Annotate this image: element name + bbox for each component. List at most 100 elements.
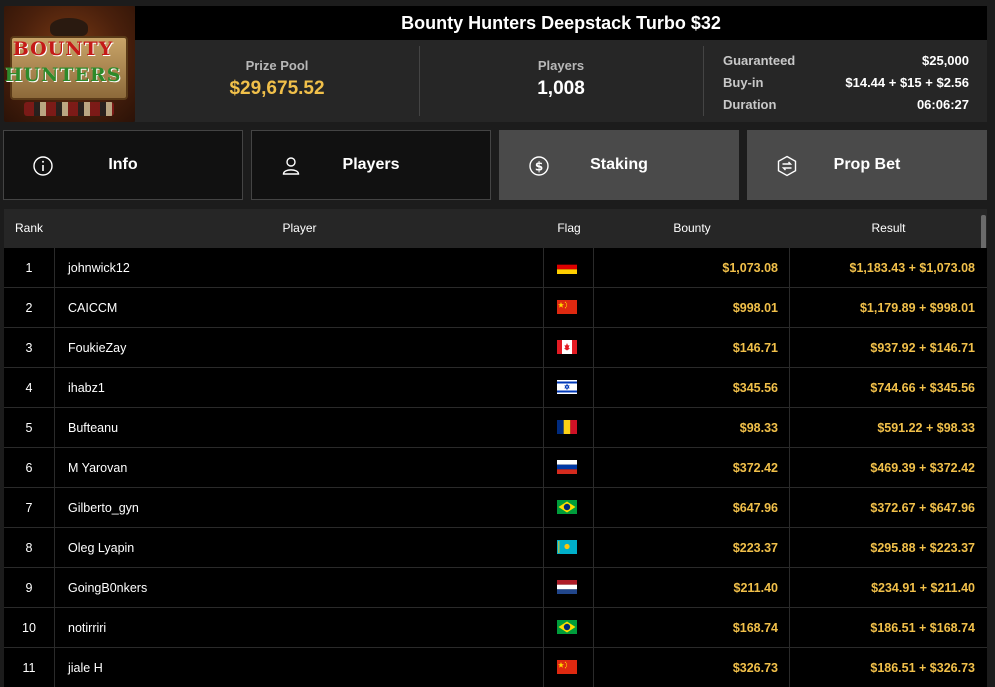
player-name-cell[interactable]: Bufteanu <box>55 408 544 448</box>
detail-row-buy-in: Buy-in $14.44 + $15 + $2.56 <box>723 72 969 94</box>
table-row[interactable]: 7 Gilberto_gyn $647.96 $372.67 + $647.96 <box>4 488 987 528</box>
player-name-cell[interactable]: ihabz1 <box>55 368 544 408</box>
bounty-cell: $168.74 <box>594 608 790 648</box>
table-row[interactable]: 9 GoingB0nkers $211.40 $234.91 + $211.40 <box>4 568 987 608</box>
rank-cell: 8 <box>4 528 55 568</box>
bounty-cell: $98.33 <box>594 408 790 448</box>
china-flag-icon <box>557 300 577 314</box>
table-row[interactable]: 2 CAICCM $998.01 $1,179.89 + $998.01 <box>4 288 987 328</box>
flag-cell <box>544 288 594 328</box>
flag-cell <box>544 568 594 608</box>
rank-column-header[interactable]: Rank <box>15 209 43 248</box>
flag-cell <box>544 368 594 408</box>
flag-cell <box>544 448 594 488</box>
result-cell: $1,183.43 + $1,073.08 <box>849 261 975 275</box>
player-name-cell[interactable]: Gilberto_gyn <box>55 488 544 528</box>
result-cell: $937.92 + $146.71 <box>870 341 975 355</box>
tab-players[interactable]: Players <box>251 130 491 200</box>
table-row[interactable]: 10 notirriri $168.74 $186.51 + $168.74 <box>4 608 987 648</box>
cowboy-hat-icon <box>50 18 88 36</box>
detail-key: Duration <box>723 97 777 112</box>
player-name-cell[interactable]: CAICCM <box>55 288 544 328</box>
brazil-flag-icon <box>557 500 577 514</box>
detail-value: $25,000 <box>922 53 969 68</box>
tournament-title: Bounty Hunters Deepstack Turbo $32 <box>135 6 987 40</box>
table-row[interactable]: 4 ihabz1 $345.56 $744.66 + $345.56 <box>4 368 987 408</box>
flag-cell <box>544 328 594 368</box>
result-cell: $295.88 + $223.37 <box>870 541 975 555</box>
china-flag-icon <box>557 660 577 674</box>
detail-value: $14.44 + $15 + $2.56 <box>845 75 969 90</box>
prize-pool-stat: Prize Pool $29,675.52 <box>135 40 419 122</box>
prize-pool-label: Prize Pool <box>245 58 309 73</box>
prop-bet-icon <box>777 155 797 177</box>
player-name-cell[interactable]: johnwick12 <box>55 248 544 288</box>
players-count-value: 1,008 <box>537 78 585 99</box>
tournament-details: Guaranteed $25,000 Buy-in $14.44 + $15 +… <box>723 50 969 116</box>
bounty-cell: $372.42 <box>594 448 790 488</box>
russia-flag-icon <box>557 460 577 474</box>
bounty-cell: $1,073.08 <box>594 248 790 288</box>
table-row[interactable]: 6M Yarovan $372.42 $469.39 + $372.42 <box>4 448 987 488</box>
players-count-label: Players <box>537 58 585 73</box>
info-icon <box>33 156 53 176</box>
bounty-cell: $211.40 <box>594 568 790 608</box>
table-row[interactable]: 5 Bufteanu $98.33 $591.22 + $98.33 <box>4 408 987 448</box>
result-cell: $591.22 + $98.33 <box>877 421 975 435</box>
netherlands-flag-icon <box>557 580 577 594</box>
flag-cell <box>544 528 594 568</box>
detail-key: Buy-in <box>723 75 764 90</box>
divider <box>703 46 704 116</box>
flag-cell <box>544 248 594 288</box>
tab-info[interactable]: Info <box>3 130 243 200</box>
canada-flag-icon <box>557 340 577 354</box>
flag-column-header[interactable]: Flag <box>544 209 594 248</box>
detail-key: Guaranteed <box>723 53 796 68</box>
israel-flag-icon <box>557 380 577 394</box>
rank-cell: 5 <box>4 408 55 448</box>
rank-cell: 11 <box>4 648 55 687</box>
player-name-cell[interactable]: Oleg Lyapin <box>55 528 544 568</box>
tournament-logo: BOUNTY HUNTERS <box>4 6 135 122</box>
detail-row-duration: Duration 06:06:27 <box>723 94 969 116</box>
poker-chips-icon <box>24 102 114 116</box>
rank-cell: 3 <box>4 328 55 368</box>
tab-prop-bet[interactable]: Prop Bet <box>747 130 987 200</box>
player-name-cell[interactable]: notirriri <box>55 608 544 648</box>
table-row[interactable]: 11 jiale H $326.73 $186.51 + $326.73 <box>4 648 987 687</box>
user-icon <box>282 157 300 175</box>
germany-flag-icon <box>557 260 577 274</box>
table-row[interactable]: 8 Oleg Lyapin $223.37 $295.88 + $223.37 <box>4 528 987 568</box>
rank-cell: 7 <box>4 488 55 528</box>
tab-staking[interactable]: $ Staking <box>499 130 739 200</box>
table-row[interactable]: 1 johnwick12 $1,073.08 $1,183.43 + $1,073.0… <box>4 248 987 288</box>
player-name-cell[interactable]: GoingB0nkers <box>55 568 544 608</box>
kazakhstan-flag-icon <box>557 540 577 554</box>
rank-cell: 10 <box>4 608 55 648</box>
player-name-cell[interactable]: FoukieZay <box>55 328 544 368</box>
bounty-cell: $998.01 <box>594 288 790 328</box>
result-cell: $372.67 + $647.96 <box>870 501 975 515</box>
detail-row-guaranteed: Guaranteed $25,000 <box>723 50 969 72</box>
table-row[interactable]: 3 FoukieZay $146.71 $937.92 + $146.71 <box>4 328 987 368</box>
bounty-cell: $345.56 <box>594 368 790 408</box>
bounty-cell: $326.73 <box>594 648 790 687</box>
rank-cell: 6 <box>4 448 55 488</box>
brazil-flag-icon <box>557 620 577 634</box>
player-column-header[interactable]: Player <box>55 209 544 248</box>
player-name-cell[interactable]: M Yarovan <box>55 448 544 488</box>
flag-cell <box>544 648 594 687</box>
result-cell: $744.66 + $345.56 <box>870 381 975 395</box>
prize-pool-value: $29,675.52 <box>229 78 325 99</box>
bounty-cell: $146.71 <box>594 328 790 368</box>
bounty-column-header[interactable]: Bounty <box>594 209 790 248</box>
rank-cell: 4 <box>4 368 55 408</box>
flag-cell <box>544 608 594 648</box>
result-cell: $186.51 + $168.74 <box>870 621 975 635</box>
rank-cell: 9 <box>4 568 55 608</box>
rank-cell: 1 <box>4 248 55 288</box>
player-name-cell[interactable]: jiale H <box>55 648 544 687</box>
stats-panel: Prize Pool $29,675.52 Players 1,008 Guar… <box>135 40 987 122</box>
result-column-header[interactable]: Result <box>790 209 987 248</box>
dollar-coin-icon: $ <box>529 156 549 176</box>
